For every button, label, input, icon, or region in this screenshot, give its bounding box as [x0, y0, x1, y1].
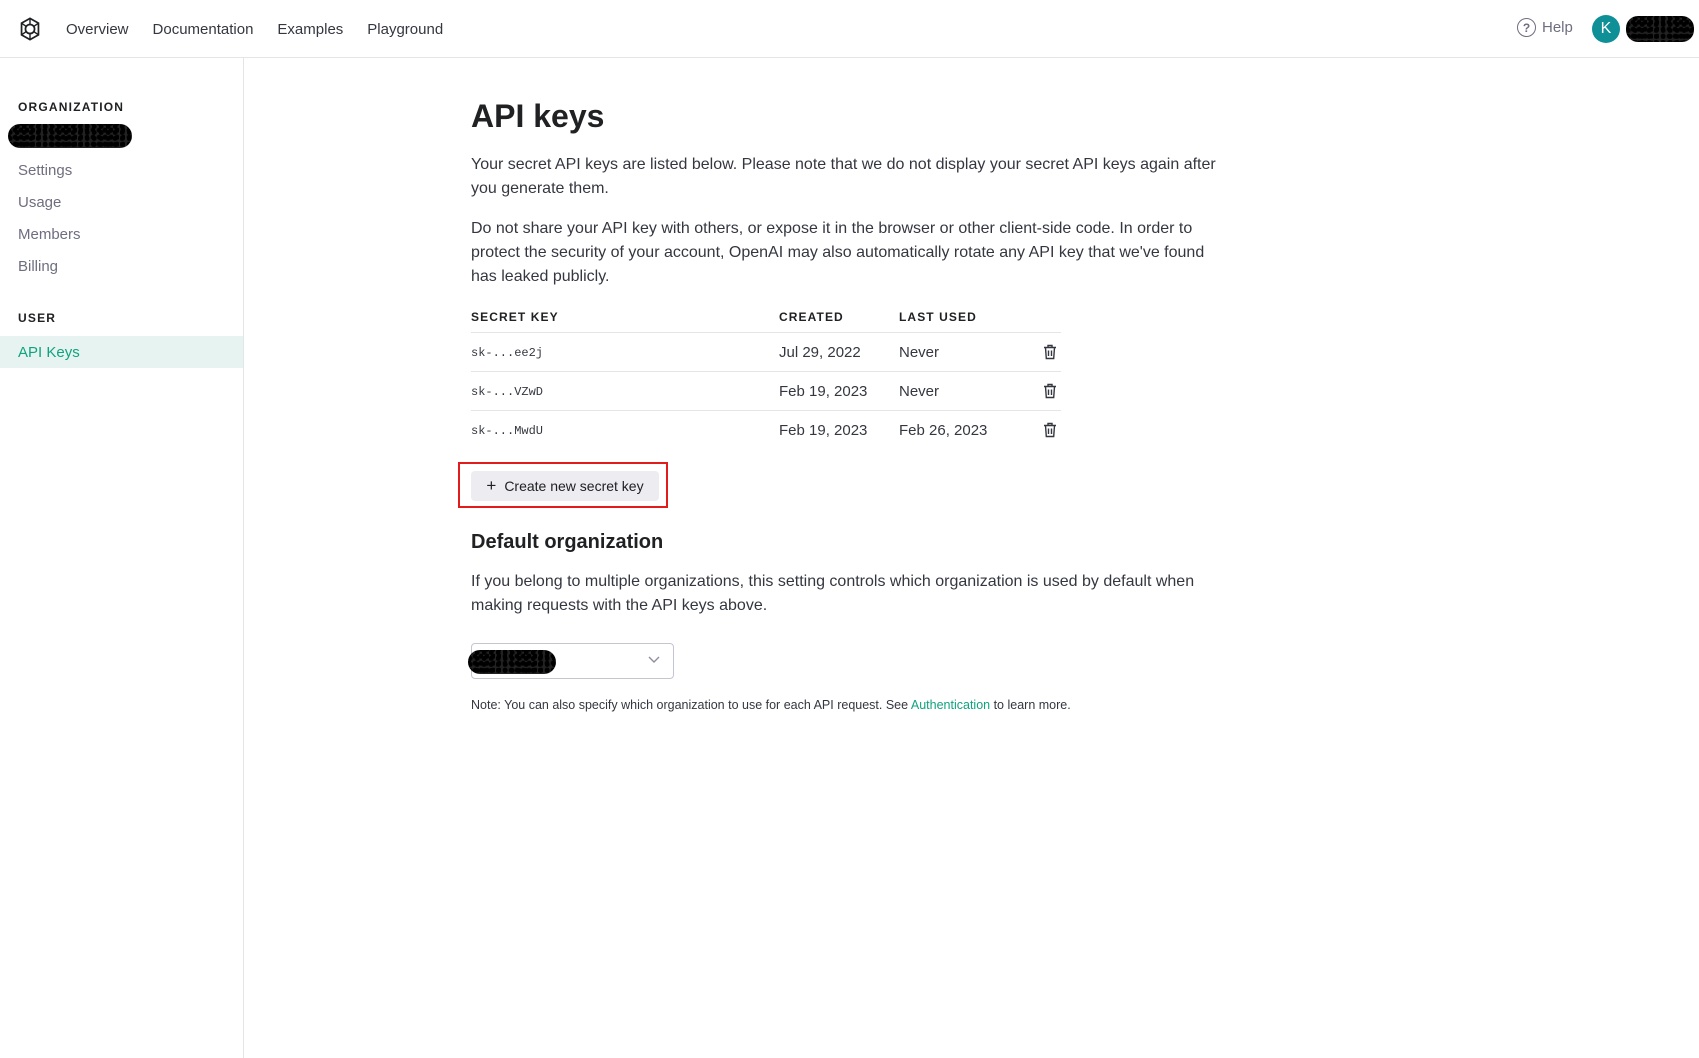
- sidebar-heading-organization: ORGANIZATION: [18, 100, 125, 114]
- redacted-organization-value: [468, 650, 556, 674]
- nav-overview[interactable]: Overview: [66, 21, 129, 38]
- last-used-cell: Feb 26, 2023: [899, 422, 988, 439]
- note-suffix: to learn more.: [990, 698, 1071, 712]
- top-navigation: Overview Documentation Examples Playgrou…: [0, 0, 1699, 58]
- intro-text: Your secret API keys are listed below. P…: [471, 156, 1216, 197]
- question-circle-icon: ?: [1517, 18, 1536, 37]
- openai-logo-icon[interactable]: [17, 16, 43, 42]
- table-row: sk-...VZwD Feb 19, 2023 Never: [471, 371, 1061, 410]
- help-button[interactable]: ? Help: [1517, 18, 1573, 37]
- note-text: Note: You can also specify which organiz…: [471, 698, 1071, 712]
- page-title: API keys: [471, 98, 605, 134]
- sidebar-item-members[interactable]: Members: [0, 218, 243, 250]
- security-warning-text: Do not share your API key with others, o…: [471, 220, 1205, 285]
- created-cell: Feb 19, 2023: [779, 383, 868, 400]
- nav-playground[interactable]: Playground: [367, 21, 443, 38]
- nav-documentation[interactable]: Documentation: [153, 21, 254, 38]
- chevron-down-icon: [648, 656, 660, 663]
- redacted-organization-name: [8, 124, 132, 148]
- column-header-created: CREATED: [779, 310, 844, 324]
- redacted-user-name[interactable]: [1626, 16, 1694, 42]
- help-label: Help: [1542, 19, 1573, 36]
- default-organization-select[interactable]: [468, 643, 674, 679]
- sidebar: ORGANIZATION Settings Usage Members Bill…: [0, 58, 244, 1058]
- create-button-label: Create new secret key: [504, 478, 644, 494]
- trash-icon[interactable]: [1043, 422, 1057, 438]
- sidebar-item-billing[interactable]: Billing: [0, 250, 243, 282]
- plus-icon: +: [486, 476, 497, 495]
- avatar[interactable]: K: [1592, 15, 1620, 43]
- sidebar-item-api-keys[interactable]: API Keys: [0, 336, 243, 368]
- nav-examples[interactable]: Examples: [277, 21, 343, 38]
- trash-icon[interactable]: [1043, 344, 1057, 360]
- last-used-cell: Never: [899, 383, 940, 400]
- column-header-secret-key: SECRET KEY: [471, 310, 559, 324]
- secret-key-cell: sk-...VZwD: [471, 384, 544, 399]
- created-cell: Feb 19, 2023: [779, 422, 868, 439]
- nav-links: Overview Documentation Examples Playgrou…: [66, 0, 467, 58]
- create-new-secret-key-button[interactable]: + Create new secret key: [471, 471, 659, 501]
- column-header-last-used: LAST USED: [899, 310, 977, 324]
- default-organization-description: If you belong to multiple organizations,…: [471, 573, 1195, 614]
- secret-key-cell: sk-...MwdU: [471, 423, 544, 438]
- sidebar-item-usage[interactable]: Usage: [0, 186, 243, 218]
- last-used-cell: Never: [899, 344, 940, 361]
- sidebar-heading-user: USER: [18, 311, 57, 325]
- authentication-link[interactable]: Authentication: [911, 698, 990, 712]
- sidebar-item-settings[interactable]: Settings: [0, 154, 243, 186]
- default-organization-title: Default organization: [471, 531, 664, 553]
- note-prefix: Note: You can also specify which organiz…: [471, 698, 911, 712]
- table-row: sk-...MwdU Feb 19, 2023 Feb 26, 2023: [471, 410, 1061, 449]
- secret-key-cell: sk-...ee2j: [471, 345, 544, 360]
- table-row: sk-...ee2j Jul 29, 2022 Never: [471, 332, 1061, 371]
- trash-icon[interactable]: [1043, 383, 1057, 399]
- created-cell: Jul 29, 2022: [779, 344, 861, 361]
